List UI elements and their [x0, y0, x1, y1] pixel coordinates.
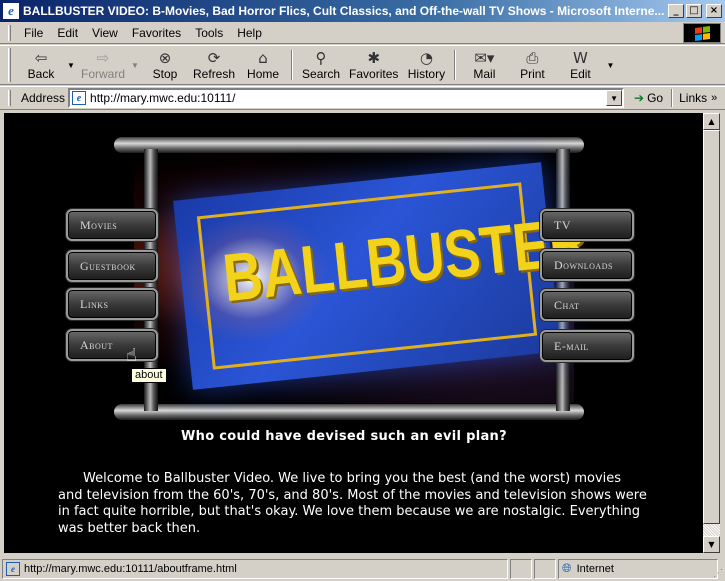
go-arrow-icon: ➔	[634, 91, 645, 105]
home-button[interactable]: ⌂ Home	[239, 46, 287, 84]
history-button[interactable]: ◔ History	[402, 46, 450, 84]
search-button[interactable]: ⚲ Search	[297, 46, 345, 84]
edit-dropdown[interactable]: ▼	[604, 46, 616, 84]
back-dropdown[interactable]: ▼	[65, 46, 77, 84]
status-bar: e http://mary.mwc.edu:10111/aboutframe.h…	[0, 556, 725, 581]
vertical-scrollbar[interactable]: ▲ ▼	[703, 113, 720, 553]
minimize-button[interactable]: _	[668, 4, 684, 18]
toolbar-grip	[8, 48, 11, 82]
address-bar: Address e http://mary.mwc.edu:10111/ ▼ ➔…	[0, 86, 725, 110]
globe-icon: 🌐︎	[562, 561, 572, 575]
go-label: Go	[647, 91, 664, 105]
printer-icon: ⎙	[526, 49, 539, 67]
menu-grip	[8, 24, 11, 41]
title-bar: e BALLBUSTER VIDEO: B-Movies, Bad Horror…	[0, 0, 725, 22]
hand-cursor-icon: ☝	[126, 345, 137, 366]
status-main: e http://mary.mwc.edu:10111/aboutframe.h…	[2, 558, 508, 579]
home-icon: ⌂	[258, 49, 268, 67]
back-label: Back	[27, 67, 55, 81]
menu-tools[interactable]: Tools	[188, 24, 230, 42]
forward-arrow-icon: ⇨	[96, 49, 110, 67]
links-separator	[671, 89, 674, 107]
toolbar-separator	[291, 50, 294, 80]
windows-logo-icon	[683, 23, 721, 43]
nav-guestbook[interactable]: Guestbook	[66, 250, 158, 282]
page-content: BALLBUSTER Movies Guestbook Links About …	[4, 113, 703, 553]
address-input[interactable]: e http://mary.mwc.edu:10111/ ▼	[68, 88, 625, 108]
home-label: Home	[247, 67, 280, 81]
tagline: Who could have devised such an evil plan…	[181, 429, 507, 444]
tooltip: about	[131, 368, 167, 383]
frame-bottom-bar	[114, 404, 584, 420]
toolbar-separator	[454, 50, 457, 80]
nav-chat[interactable]: Chat	[540, 289, 634, 321]
nav-about[interactable]: About	[66, 329, 158, 361]
favorites-button[interactable]: ✱ Favorites	[345, 46, 402, 84]
zone-label: Internet	[576, 562, 614, 575]
menu-bar: File Edit View Favorites Tools Help	[0, 22, 725, 44]
mail-button[interactable]: ✉▾ Mail	[460, 46, 508, 84]
nav-links[interactable]: Links	[66, 288, 158, 320]
forward-label: Forward	[81, 67, 126, 81]
address-grip	[8, 90, 11, 106]
forward-button[interactable]: ⇨ Forward	[77, 46, 129, 84]
welcome-paragraph: Welcome to Ballbuster Video. We live to …	[58, 471, 647, 536]
menu-edit[interactable]: Edit	[50, 24, 85, 42]
favorites-label: Favorites	[349, 67, 399, 81]
page-icon: e	[72, 91, 87, 105]
forward-dropdown[interactable]: ▼	[129, 46, 141, 84]
print-label: Print	[520, 67, 545, 81]
stop-label: Stop	[152, 67, 178, 81]
go-button[interactable]: ➔ Go	[634, 91, 663, 105]
refresh-label: Refresh	[193, 67, 236, 81]
favorites-icon: ✱	[367, 49, 381, 67]
refresh-icon: ⟳	[207, 49, 221, 67]
search-label: Search	[302, 67, 341, 81]
refresh-button[interactable]: ⟳ Refresh	[189, 46, 239, 84]
stop-icon: ⊗	[158, 49, 172, 67]
standard-toolbar: ⇦ Back ▼ ⇨ Forward ▼ ⊗ Stop ⟳ Refresh ⌂ …	[0, 45, 725, 85]
stop-button[interactable]: ⊗ Stop	[141, 46, 189, 84]
mail-label: Mail	[473, 67, 496, 81]
nav-movies[interactable]: Movies	[66, 209, 158, 241]
history-label: History	[407, 67, 446, 81]
ie-icon: e	[3, 3, 19, 19]
maximize-button[interactable]: □	[686, 4, 702, 18]
edit-label: Edit	[570, 67, 591, 81]
scroll-thumb[interactable]	[703, 130, 720, 524]
mail-icon: ✉▾	[474, 49, 495, 67]
address-dropdown[interactable]: ▼	[606, 90, 623, 106]
nav-downloads[interactable]: Downloads	[540, 249, 634, 281]
menu-file[interactable]: File	[17, 24, 50, 42]
back-button[interactable]: ⇦ Back	[17, 46, 65, 84]
nav-email[interactable]: E-mail	[540, 330, 634, 362]
frame-top-bar	[114, 137, 584, 153]
menu-view[interactable]: View	[85, 24, 125, 42]
resize-grip-icon[interactable]: ⋰	[713, 568, 723, 579]
print-button[interactable]: ⎙ Print	[508, 46, 556, 84]
search-icon: ⚲	[315, 49, 327, 67]
window-title: BALLBUSTER VIDEO: B-Movies, Bad Horror F…	[23, 4, 665, 18]
status-pane-empty	[534, 558, 556, 579]
back-arrow-icon: ⇦	[34, 49, 48, 67]
close-button[interactable]: ×	[706, 4, 722, 18]
status-zone: 🌐︎ Internet	[558, 558, 718, 579]
address-url[interactable]: http://mary.mwc.edu:10111/	[90, 91, 606, 105]
chevron-right-icon[interactable]: »	[711, 92, 717, 104]
menu-help[interactable]: Help	[230, 24, 269, 42]
status-url: http://mary.mwc.edu:10111/aboutframe.htm…	[24, 562, 237, 575]
edit-icon: W	[572, 49, 588, 67]
edit-button[interactable]: W Edit	[556, 46, 604, 84]
status-pane-empty	[510, 558, 532, 579]
menu-favorites[interactable]: Favorites	[125, 24, 188, 42]
links-button[interactable]: Links	[679, 91, 707, 105]
scroll-down-button[interactable]: ▼	[703, 536, 720, 553]
ballbuster-logo: BALLBUSTER	[165, 162, 591, 390]
history-icon: ◔	[419, 49, 433, 67]
page-icon: e	[6, 561, 20, 576]
address-label: Address	[21, 91, 66, 105]
nav-tv[interactable]: TV	[540, 209, 634, 241]
scroll-up-button[interactable]: ▲	[703, 113, 720, 130]
